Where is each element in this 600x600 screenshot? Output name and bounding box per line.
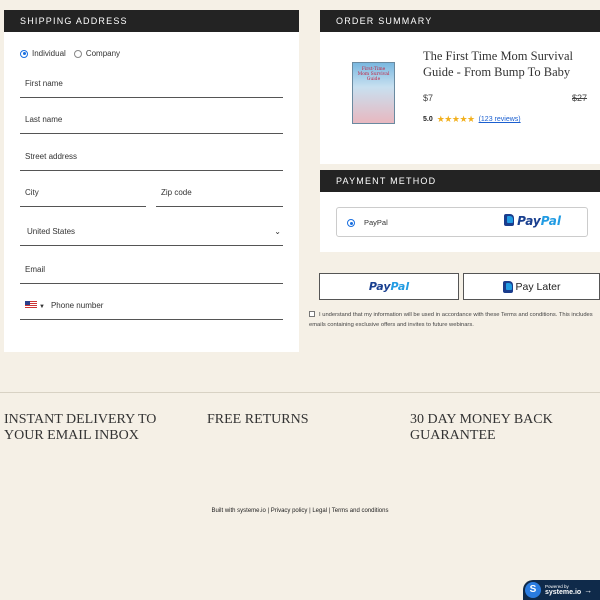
paypal-logo-part1: Pay — [517, 214, 541, 228]
section-divider — [0, 392, 600, 393]
badge-text: Powered by systeme.io — [545, 584, 581, 596]
arrow-right-icon: → — [584, 585, 593, 595]
product-price: $7 — [423, 93, 434, 103]
star-icons: ★★★★★ — [436, 114, 475, 124]
phone-placeholder: Phone number — [50, 301, 104, 310]
product-rating: 5.0 ★★★★★ (123 reviews) — [423, 114, 521, 125]
paypal-button-part1: Pay — [368, 280, 391, 293]
order-summary-header: ORDER SUMMARY — [320, 10, 600, 32]
phone-field[interactable]: ▼ Phone number — [20, 298, 283, 320]
order-summary-panel: ORDER SUMMARY First-Time Mom Survival Gu… — [320, 10, 600, 164]
individual-label[interactable]: Individual — [32, 49, 66, 58]
paypal-logo-part2: Pal — [540, 214, 561, 228]
systeme-logo-icon: S — [525, 582, 541, 598]
paypal-option-label: PayPal — [364, 218, 388, 227]
customer-type-group: Individual Company — [20, 49, 299, 58]
caret-down-icon[interactable]: ▼ — [39, 304, 45, 310]
zip-code-field[interactable]: Zip code — [156, 185, 283, 207]
paypal-button-part2: Pal — [390, 280, 410, 293]
pay-later-label: Pay Later — [515, 280, 561, 293]
feature-free-returns: FREE RETURNS — [207, 412, 309, 427]
paypal-logo: PayPal — [504, 214, 561, 228]
consent-row: I understand that my information will be… — [309, 310, 599, 330]
rating-value: 5.0 — [423, 116, 433, 123]
first-name-field[interactable]: First name — [20, 76, 283, 98]
feature-money-back: 30 DAY MONEY BACK GUARANTEE — [410, 412, 553, 443]
badge-brand: systeme.io — [545, 589, 582, 596]
feature-instant-delivery: INSTANT DELIVERY TO YOUR EMAIL INBOX — [4, 412, 157, 443]
company-label[interactable]: Company — [86, 49, 120, 58]
chevron-down-icon: ⌄ — [274, 227, 281, 236]
us-flag-icon[interactable] — [25, 301, 37, 309]
paypal-icon — [504, 214, 515, 226]
product-name: The First Time Mom Survival Guide - From… — [423, 49, 574, 79]
reviews-link[interactable]: (123 reviews) — [479, 116, 521, 123]
book-cover-title: First-Time Mom Survival Guide — [357, 67, 390, 82]
paypal-radio[interactable] — [347, 219, 355, 227]
product-old-price: $27 — [572, 93, 588, 103]
paypal-button[interactable]: PayPal — [319, 273, 459, 300]
country-value: United States — [27, 227, 76, 236]
city-field[interactable]: City — [20, 185, 146, 207]
individual-radio[interactable] — [20, 49, 28, 58]
company-radio[interactable] — [73, 49, 82, 58]
email-field[interactable]: Email — [20, 262, 283, 284]
paypal-icon — [502, 280, 513, 293]
street-address-field[interactable]: Street address — [20, 149, 283, 171]
payment-method-panel: PAYMENT METHOD PayPal PayPal — [320, 170, 600, 252]
shipping-address-panel: SHIPPING ADDRESS Individual Company Firs… — [4, 10, 299, 352]
book-cover-image: First-Time Mom Survival Guide — [352, 62, 395, 124]
payment-method-header: PAYMENT METHOD — [320, 170, 600, 192]
consent-checkbox[interactable] — [309, 311, 315, 317]
last-name-field[interactable]: Last name — [20, 112, 283, 134]
consent-text: I understand that my information will be… — [309, 312, 593, 328]
pay-later-button[interactable]: Pay Later — [463, 273, 600, 300]
paypal-option[interactable]: PayPal PayPal — [336, 207, 588, 237]
shipping-header: SHIPPING ADDRESS — [4, 10, 299, 32]
country-select[interactable]: United States ⌄ — [20, 224, 283, 246]
footer-links[interactable]: Built with systeme.io | Privacy policy |… — [0, 508, 600, 514]
powered-by-badge[interactable]: S Powered by systeme.io → — [523, 580, 600, 600]
